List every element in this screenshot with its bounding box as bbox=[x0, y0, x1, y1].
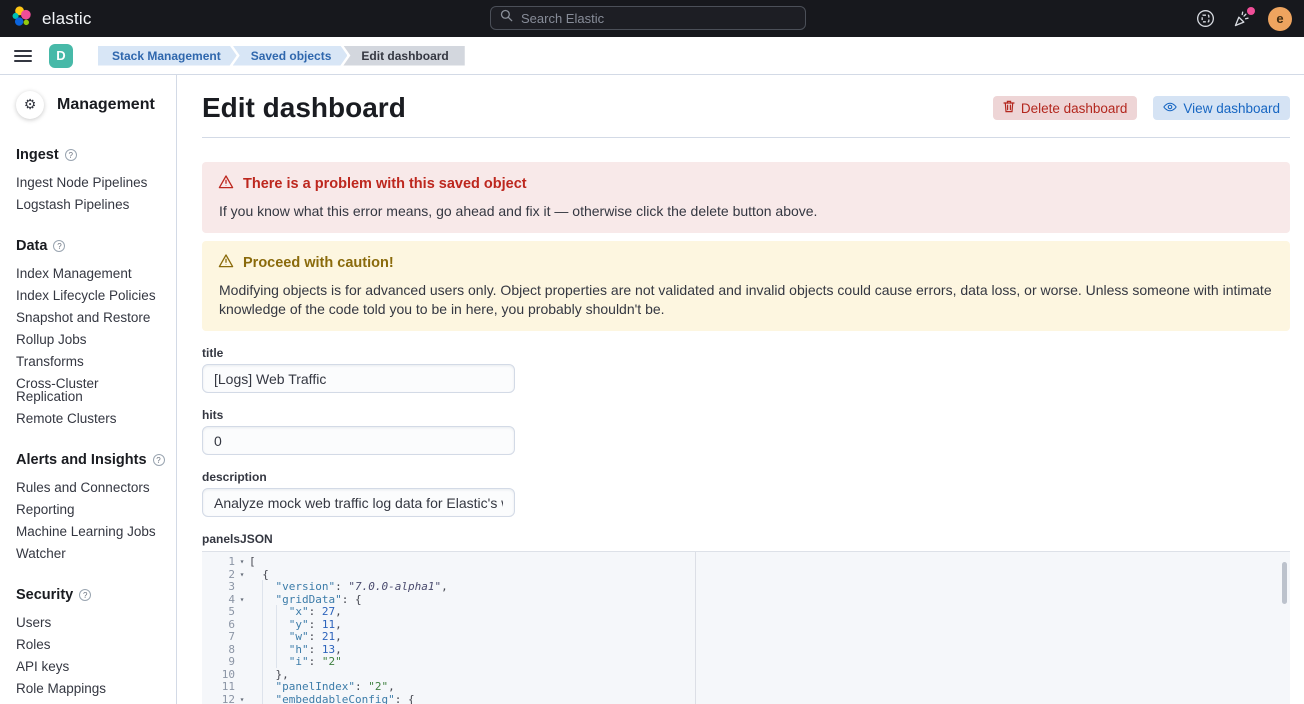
line-number: 12 bbox=[202, 694, 235, 704]
question-circle-icon: ? bbox=[79, 589, 91, 601]
panels-json-editor[interactable]: 1▾[2▾ {3 "version": "7.0.0-alpha1",4▾ "g… bbox=[202, 551, 1290, 704]
sidebar-title: Management bbox=[57, 96, 155, 114]
kibana-app: elastic bbox=[0, 0, 1304, 704]
elastic-brand[interactable]: elastic bbox=[12, 6, 92, 32]
sidebar-item-index-management[interactable]: Index Management bbox=[16, 267, 168, 280]
global-search[interactable] bbox=[490, 6, 806, 30]
sidebar-item-reporting[interactable]: Reporting bbox=[16, 503, 168, 516]
breadcrumbs: Stack ManagementSaved objectsEdit dashbo… bbox=[98, 46, 465, 66]
question-circle-icon: ? bbox=[65, 149, 77, 161]
sidebar-item-machine-learning-jobs[interactable]: Machine Learning Jobs bbox=[16, 525, 168, 538]
line-number: 9 bbox=[202, 656, 235, 669]
sidebar-item-snapshot-and-restore[interactable]: Snapshot and Restore bbox=[16, 311, 168, 324]
fold-toggle-icon[interactable]: ▾ bbox=[235, 594, 249, 607]
user-avatar[interactable]: e bbox=[1268, 7, 1292, 31]
line-number: 11 bbox=[202, 681, 235, 694]
hits-field-label: hits bbox=[202, 408, 1290, 422]
error-callout: There is a problem with this saved objec… bbox=[202, 162, 1290, 233]
sidebar-item-rules-and-connectors[interactable]: Rules and Connectors bbox=[16, 481, 168, 494]
search-icon bbox=[500, 9, 513, 27]
main-content: Edit dashboard Delete dashboard bbox=[177, 75, 1304, 704]
code-line: 8 "h": 13, bbox=[202, 644, 1290, 657]
title-field-label: title bbox=[202, 346, 1290, 360]
description-field-group: description bbox=[202, 470, 1290, 517]
sidebar-item-role-mappings[interactable]: Role Mappings bbox=[16, 682, 168, 695]
search-input[interactable] bbox=[521, 11, 796, 26]
code-line: 3 "version": "7.0.0-alpha1", bbox=[202, 581, 1290, 594]
sidebar-item-cross-cluster-replication[interactable]: Cross-Cluster Replication bbox=[16, 377, 168, 403]
fold-toggle-icon[interactable]: ▾ bbox=[235, 569, 249, 582]
code-line: 5 "x": 27, bbox=[202, 606, 1290, 619]
code-line: 6 "y": 11, bbox=[202, 619, 1290, 632]
sidebar-sections: Ingest? Ingest Node Pipelines Logstash Pip… bbox=[16, 147, 168, 695]
sidebar-item-rollup-jobs[interactable]: Rollup Jobs bbox=[16, 333, 168, 346]
code-line: 1▾[ bbox=[202, 556, 1290, 569]
sidebar-section-title: Alerts and Insights? bbox=[16, 452, 168, 468]
error-callout-body: If you know what this error means, go ah… bbox=[218, 202, 1274, 221]
fold-toggle-icon[interactable]: ▾ bbox=[235, 694, 249, 704]
header-divider bbox=[202, 137, 1290, 138]
error-callout-title: There is a problem with this saved objec… bbox=[243, 176, 527, 192]
sidebar-item-remote-clusters[interactable]: Remote Clusters bbox=[16, 412, 168, 425]
menu-icon[interactable] bbox=[8, 41, 38, 71]
gear-icon: ⚙ bbox=[16, 91, 44, 119]
trash-icon bbox=[1003, 100, 1015, 116]
warning-triangle-icon bbox=[218, 174, 234, 194]
line-number: 1 bbox=[202, 556, 235, 569]
breadcrumb-bar: D Stack ManagementSaved objectsEdit dash… bbox=[0, 37, 1304, 75]
sidebar-item-logstash-pipelines[interactable]: Logstash Pipelines bbox=[16, 198, 168, 211]
notification-dot bbox=[1247, 7, 1255, 15]
help-icon[interactable] bbox=[1194, 8, 1216, 30]
management-sidebar: ⚙ Management Ingest? Ingest Node Pipeline… bbox=[0, 75, 177, 704]
sidebar-item-ingest-node-pipelines[interactable]: Ingest Node Pipelines bbox=[16, 176, 168, 189]
delete-dashboard-button[interactable]: Delete dashboard bbox=[993, 96, 1138, 120]
code-line: 4▾ "gridData": { bbox=[202, 594, 1290, 607]
sidebar-item-watcher[interactable]: Watcher bbox=[16, 547, 168, 560]
code-line: 12▾ "embeddableConfig": { bbox=[202, 694, 1290, 704]
warning-callout: Proceed with caution! Modifying objects … bbox=[202, 241, 1290, 331]
sidebar-section-title: Ingest? bbox=[16, 147, 168, 163]
space-badge[interactable]: D bbox=[49, 44, 73, 68]
code-lines: 1▾[2▾ {3 "version": "7.0.0-alpha1",4▾ "g… bbox=[202, 556, 1290, 704]
title-field[interactable] bbox=[202, 364, 515, 393]
breadcrumb-stack-management[interactable]: Stack Management bbox=[98, 46, 237, 66]
breadcrumb-edit-dashboard: Edit dashboard bbox=[343, 46, 464, 66]
question-circle-icon: ? bbox=[53, 240, 65, 252]
title-field-group: title bbox=[202, 346, 1290, 393]
breadcrumb-saved-objects[interactable]: Saved objects bbox=[233, 46, 348, 66]
description-field-label: description bbox=[202, 470, 1290, 484]
panels-json-label: panelsJSON bbox=[202, 532, 1290, 546]
view-dashboard-button[interactable]: View dashboard bbox=[1153, 96, 1290, 120]
line-number: 5 bbox=[202, 606, 235, 619]
warning-callout-body: Modifying objects is for advanced users … bbox=[218, 281, 1274, 319]
description-field[interactable] bbox=[202, 488, 515, 517]
hits-field-group: hits bbox=[202, 408, 1290, 455]
print-margin bbox=[695, 552, 696, 704]
line-number: 7 bbox=[202, 631, 235, 644]
sidebar-item-users[interactable]: Users bbox=[16, 616, 168, 629]
code-line: 9 "i": "2" bbox=[202, 656, 1290, 669]
brand-name: elastic bbox=[42, 9, 92, 29]
sidebar-item-api-keys[interactable]: API keys bbox=[16, 660, 168, 673]
editor-scrollbar[interactable] bbox=[1282, 562, 1287, 604]
elastic-logo-icon bbox=[12, 6, 33, 32]
newsfeed-icon[interactable] bbox=[1231, 8, 1253, 30]
warning-callout-title: Proceed with caution! bbox=[243, 255, 394, 271]
question-circle-icon: ? bbox=[153, 454, 165, 466]
code-line: 7 "w": 21, bbox=[202, 631, 1290, 644]
sidebar-item-transforms[interactable]: Transforms bbox=[16, 355, 168, 368]
sidebar-item-roles[interactable]: Roles bbox=[16, 638, 168, 651]
page-title: Edit dashboard bbox=[202, 92, 406, 124]
warning-triangle-icon bbox=[218, 253, 234, 273]
eye-icon bbox=[1163, 100, 1177, 117]
fold-toggle-icon[interactable]: ▾ bbox=[235, 556, 249, 569]
line-number: 3 bbox=[202, 581, 235, 594]
panels-json-group: panelsJSON 1▾[2▾ {3 "version": "7.0.0-al… bbox=[202, 532, 1290, 704]
hits-field[interactable] bbox=[202, 426, 515, 455]
sidebar-section-title: Security? bbox=[16, 587, 168, 603]
sidebar-header: ⚙ Management bbox=[16, 91, 168, 119]
sidebar-section-title: Data? bbox=[16, 238, 168, 254]
top-header-bar: elastic bbox=[0, 0, 1304, 37]
sidebar-item-index-lifecycle-policies[interactable]: Index Lifecycle Policies bbox=[16, 289, 168, 302]
